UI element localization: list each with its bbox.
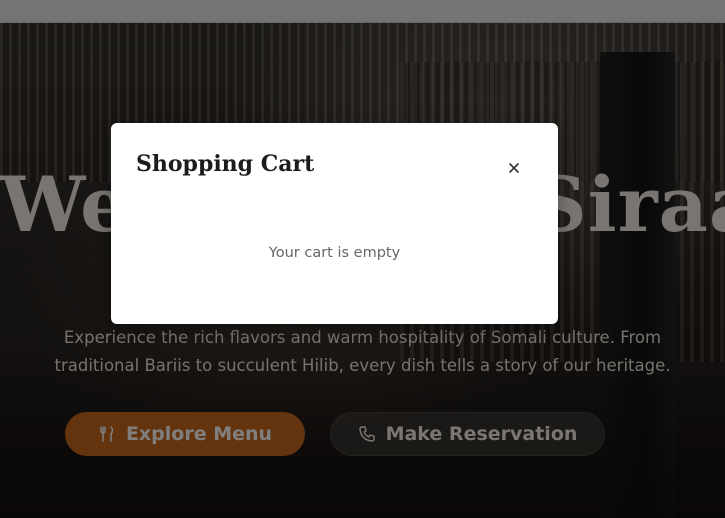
shopping-cart-modal: Shopping Cart Your cart is empty bbox=[111, 123, 558, 324]
close-icon bbox=[508, 159, 520, 178]
cart-empty-message: Your cart is empty bbox=[268, 245, 401, 261]
modal-title: Shopping Cart bbox=[136, 151, 315, 177]
page: Welcome to Siraad Cafe Ware Experience t… bbox=[0, 0, 725, 518]
close-button[interactable] bbox=[501, 155, 527, 181]
